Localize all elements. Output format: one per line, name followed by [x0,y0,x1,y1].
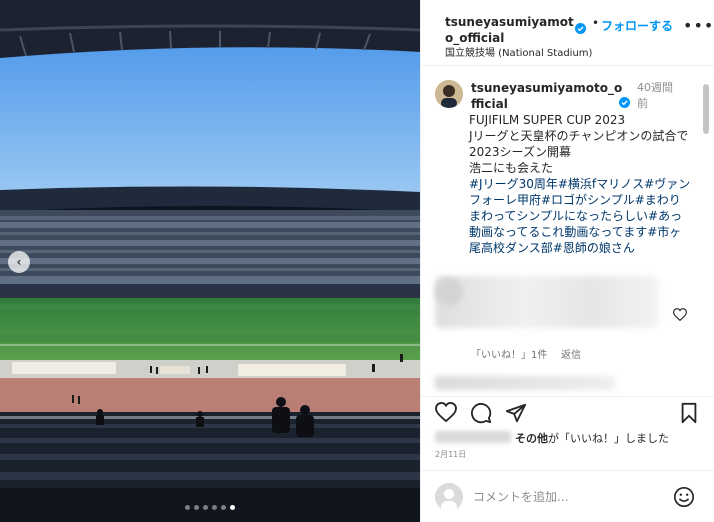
carousel-prev-button[interactable]: ‹ [8,251,30,273]
post-side-panel: tsuneyasumiyamoto_official • フォローする ••• … [420,0,714,522]
bookmark-icon[interactable] [679,402,699,428]
action-bar [421,396,714,430]
location-link[interactable]: 国立競技場 (National Stadium) [445,44,592,59]
comment-reply-button[interactable]: 返信 [561,346,581,361]
verified-icon [619,93,630,112]
current-user-avatar [435,483,463,511]
caption-hashtags[interactable]: #Jリーグ30周年#横浜fマリノス#ヴァンフォーレ甲府#ロゴがシンプル#まわりま… [469,176,691,256]
blurred-comment [435,376,615,390]
carousel-dot [194,505,199,510]
post-header: tsuneyasumiyamoto_official • フォローする ••• … [421,0,714,66]
stadium-photo [0,0,420,522]
likes-others-link[interactable]: その他 [515,432,548,445]
verified-icon [575,19,586,38]
carousel-dot [203,505,208,510]
more-icon[interactable]: ••• [683,18,714,34]
comment-likes-count[interactable]: 「いいね！」1件 [471,346,547,361]
scrollbar-thumb[interactable] [703,84,709,134]
likes-text[interactable]: その他が「いいね！」しました [515,430,669,446]
comment-bar [421,470,714,522]
likes-suffix: が「いいね！」しました [548,432,669,445]
carousel-dot-active [230,505,235,510]
comment-input[interactable] [473,487,653,507]
heart-icon[interactable] [435,401,457,426]
share-icon[interactable] [505,402,527,428]
post-photo[interactable]: ‹ [0,0,420,522]
caption-timestamp: 40週間前 [637,81,673,110]
blurred-username [435,431,511,443]
carousel-dot [212,505,217,510]
comments-scroll-area[interactable]: tsuneyasumiyamoto_official 40週間前 FUJIFIL… [421,66,714,396]
chevron-left-icon: ‹ [16,255,22,269]
likes-summary: その他が「いいね！」しました [435,430,705,446]
avatar[interactable] [435,80,463,108]
carousel-dot [221,505,226,510]
carousel-dot [185,505,190,510]
post-date: 2月11日 [435,450,467,459]
caption-text: FUJIFILM SUPER CUP 2023 Jリーグと天皇杯のチャンピオンの… [469,113,689,175]
comment-heart-icon[interactable] [672,306,688,325]
header-username[interactable]: tsuneyasumiyamoto_official [445,14,575,46]
carousel-indicator [0,505,420,510]
header-separator: • [592,16,600,30]
follow-button[interactable]: フォローする [601,17,673,34]
comment-icon[interactable] [470,402,492,428]
emoji-icon[interactable] [673,486,695,512]
blurred-comment [435,276,659,328]
blurred-comment-avatar [435,278,463,306]
caption-username[interactable]: tsuneyasumiyamoto_official [471,80,623,112]
